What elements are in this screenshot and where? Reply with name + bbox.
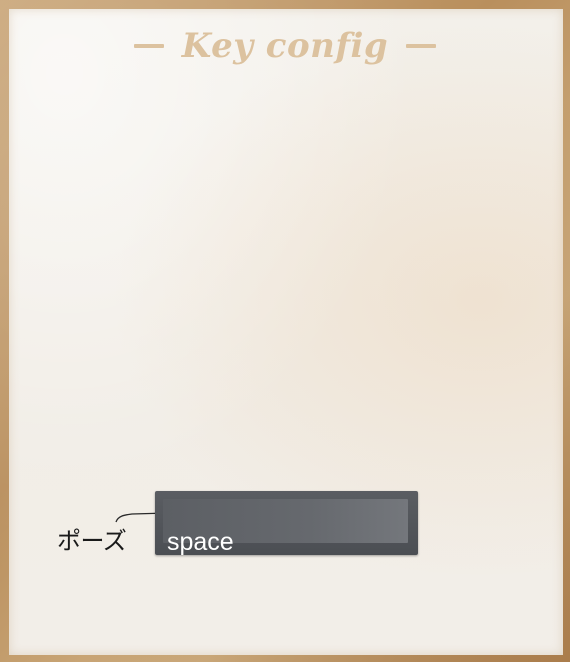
config-panel (9, 9, 563, 655)
header: Key config (0, 24, 570, 68)
action-label-pause: ポーズ (57, 527, 127, 555)
page-title: Key config (181, 26, 389, 66)
title-right-dash (406, 44, 437, 48)
key-bind-button-pause[interactable]: space (155, 491, 418, 555)
title-left-dash (133, 44, 164, 48)
key-label: space (167, 528, 234, 556)
